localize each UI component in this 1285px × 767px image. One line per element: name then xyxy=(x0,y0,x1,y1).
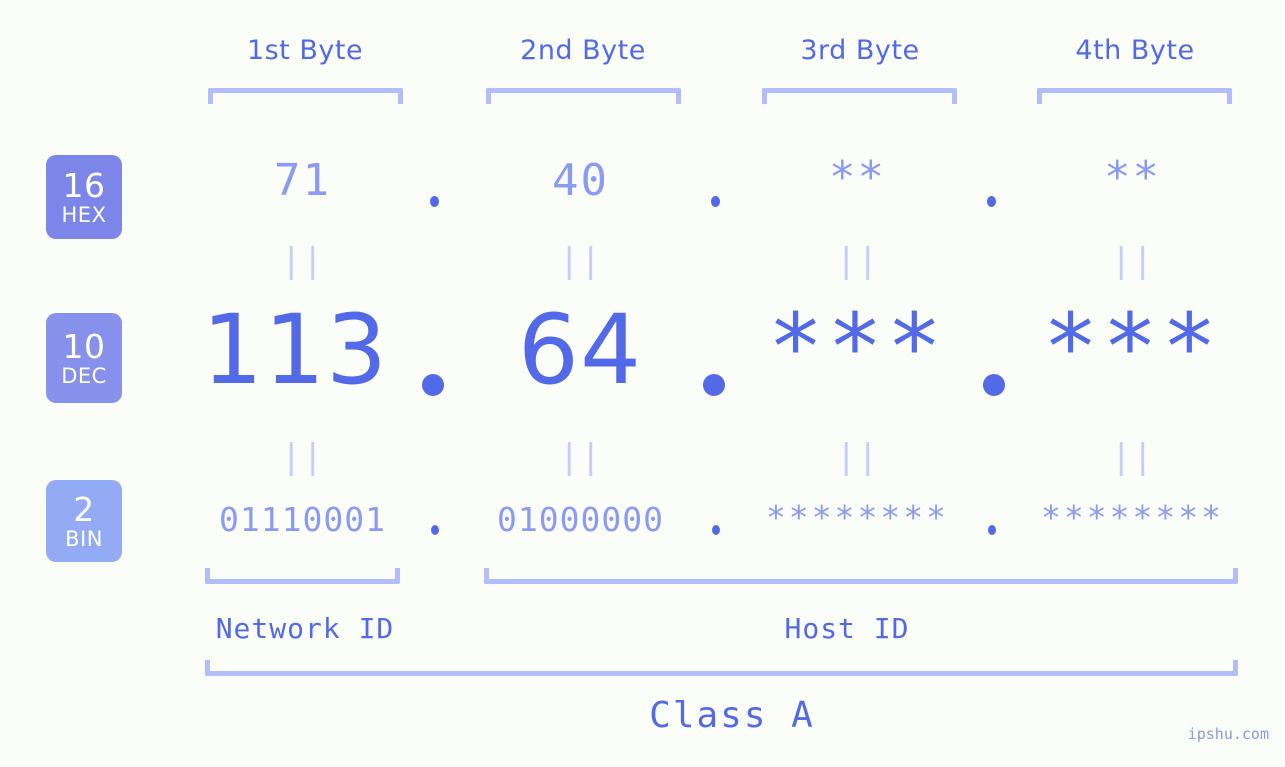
equals-connector-dec-bin-4: || xyxy=(1111,437,1154,477)
hex-separator-dot-3 xyxy=(987,196,996,207)
class-bracket xyxy=(205,660,1238,676)
ip-address-diagram: 1st Byte 2nd Byte 3rd Byte 4th Byte 16 H… xyxy=(0,0,1285,767)
equals-connector-dec-bin-2: || xyxy=(559,437,602,477)
base-badge-bin: 2 BIN xyxy=(46,480,122,562)
bin-byte-2: 01000000 xyxy=(497,500,664,539)
base-badge-bin-number: 2 xyxy=(73,489,95,529)
bin-separator-dot-3 xyxy=(988,525,996,535)
hex-byte-1: 71 xyxy=(274,155,331,206)
bin-byte-3: ******** xyxy=(766,498,949,537)
dec-byte-1: 113 xyxy=(201,294,389,406)
base-badge-dec: 10 DEC xyxy=(46,313,122,403)
hex-separator-dot-1 xyxy=(430,196,439,207)
hex-byte-3: ** xyxy=(829,152,886,203)
equals-connector-hex-dec-2: || xyxy=(559,241,602,281)
dec-byte-3: *** xyxy=(767,294,947,401)
byte-header-3: 3rd Byte xyxy=(800,35,920,66)
equals-connector-hex-dec-1: || xyxy=(281,241,324,281)
byte-bracket-4 xyxy=(1037,88,1232,104)
bin-separator-dot-1 xyxy=(431,525,439,535)
byte-header-1: 1st Byte xyxy=(246,35,364,66)
host-id-label: Host ID xyxy=(784,612,910,645)
dec-separator-dot-3 xyxy=(983,374,1005,396)
byte-header-2: 2nd Byte xyxy=(520,35,646,66)
equals-connector-dec-bin-1: || xyxy=(281,437,324,477)
host-id-bracket xyxy=(484,568,1238,584)
site-watermark: ipshu.com xyxy=(1187,725,1269,743)
byte-bracket-2 xyxy=(486,88,681,104)
byte-header-4: 4th Byte xyxy=(1075,35,1195,66)
dec-byte-2: 64 xyxy=(517,294,643,406)
base-badge-hex-label: HEX xyxy=(61,202,107,227)
bin-byte-1: 01110001 xyxy=(219,500,386,539)
byte-bracket-1 xyxy=(208,88,403,104)
equals-connector-dec-bin-3: || xyxy=(836,437,879,477)
dec-separator-dot-2 xyxy=(703,374,725,396)
network-id-bracket xyxy=(205,568,400,584)
base-badge-dec-number: 10 xyxy=(62,326,106,366)
dec-separator-dot-1 xyxy=(422,374,444,396)
equals-connector-hex-dec-3: || xyxy=(836,241,879,281)
bin-byte-4: ******** xyxy=(1041,498,1224,537)
base-badge-dec-label: DEC xyxy=(61,363,107,388)
hex-byte-2: 40 xyxy=(552,155,609,206)
hex-separator-dot-2 xyxy=(711,196,720,207)
base-badge-hex: 16 HEX xyxy=(46,155,122,239)
byte-bracket-3 xyxy=(762,88,957,104)
class-label: Class A xyxy=(649,695,815,736)
base-badge-hex-number: 16 xyxy=(62,165,106,205)
equals-connector-hex-dec-4: || xyxy=(1111,241,1154,281)
dec-byte-4: *** xyxy=(1042,294,1222,401)
network-id-label: Network ID xyxy=(215,612,395,645)
hex-byte-4: ** xyxy=(1104,152,1161,203)
bin-separator-dot-2 xyxy=(712,525,720,535)
base-badge-bin-label: BIN xyxy=(65,526,103,551)
